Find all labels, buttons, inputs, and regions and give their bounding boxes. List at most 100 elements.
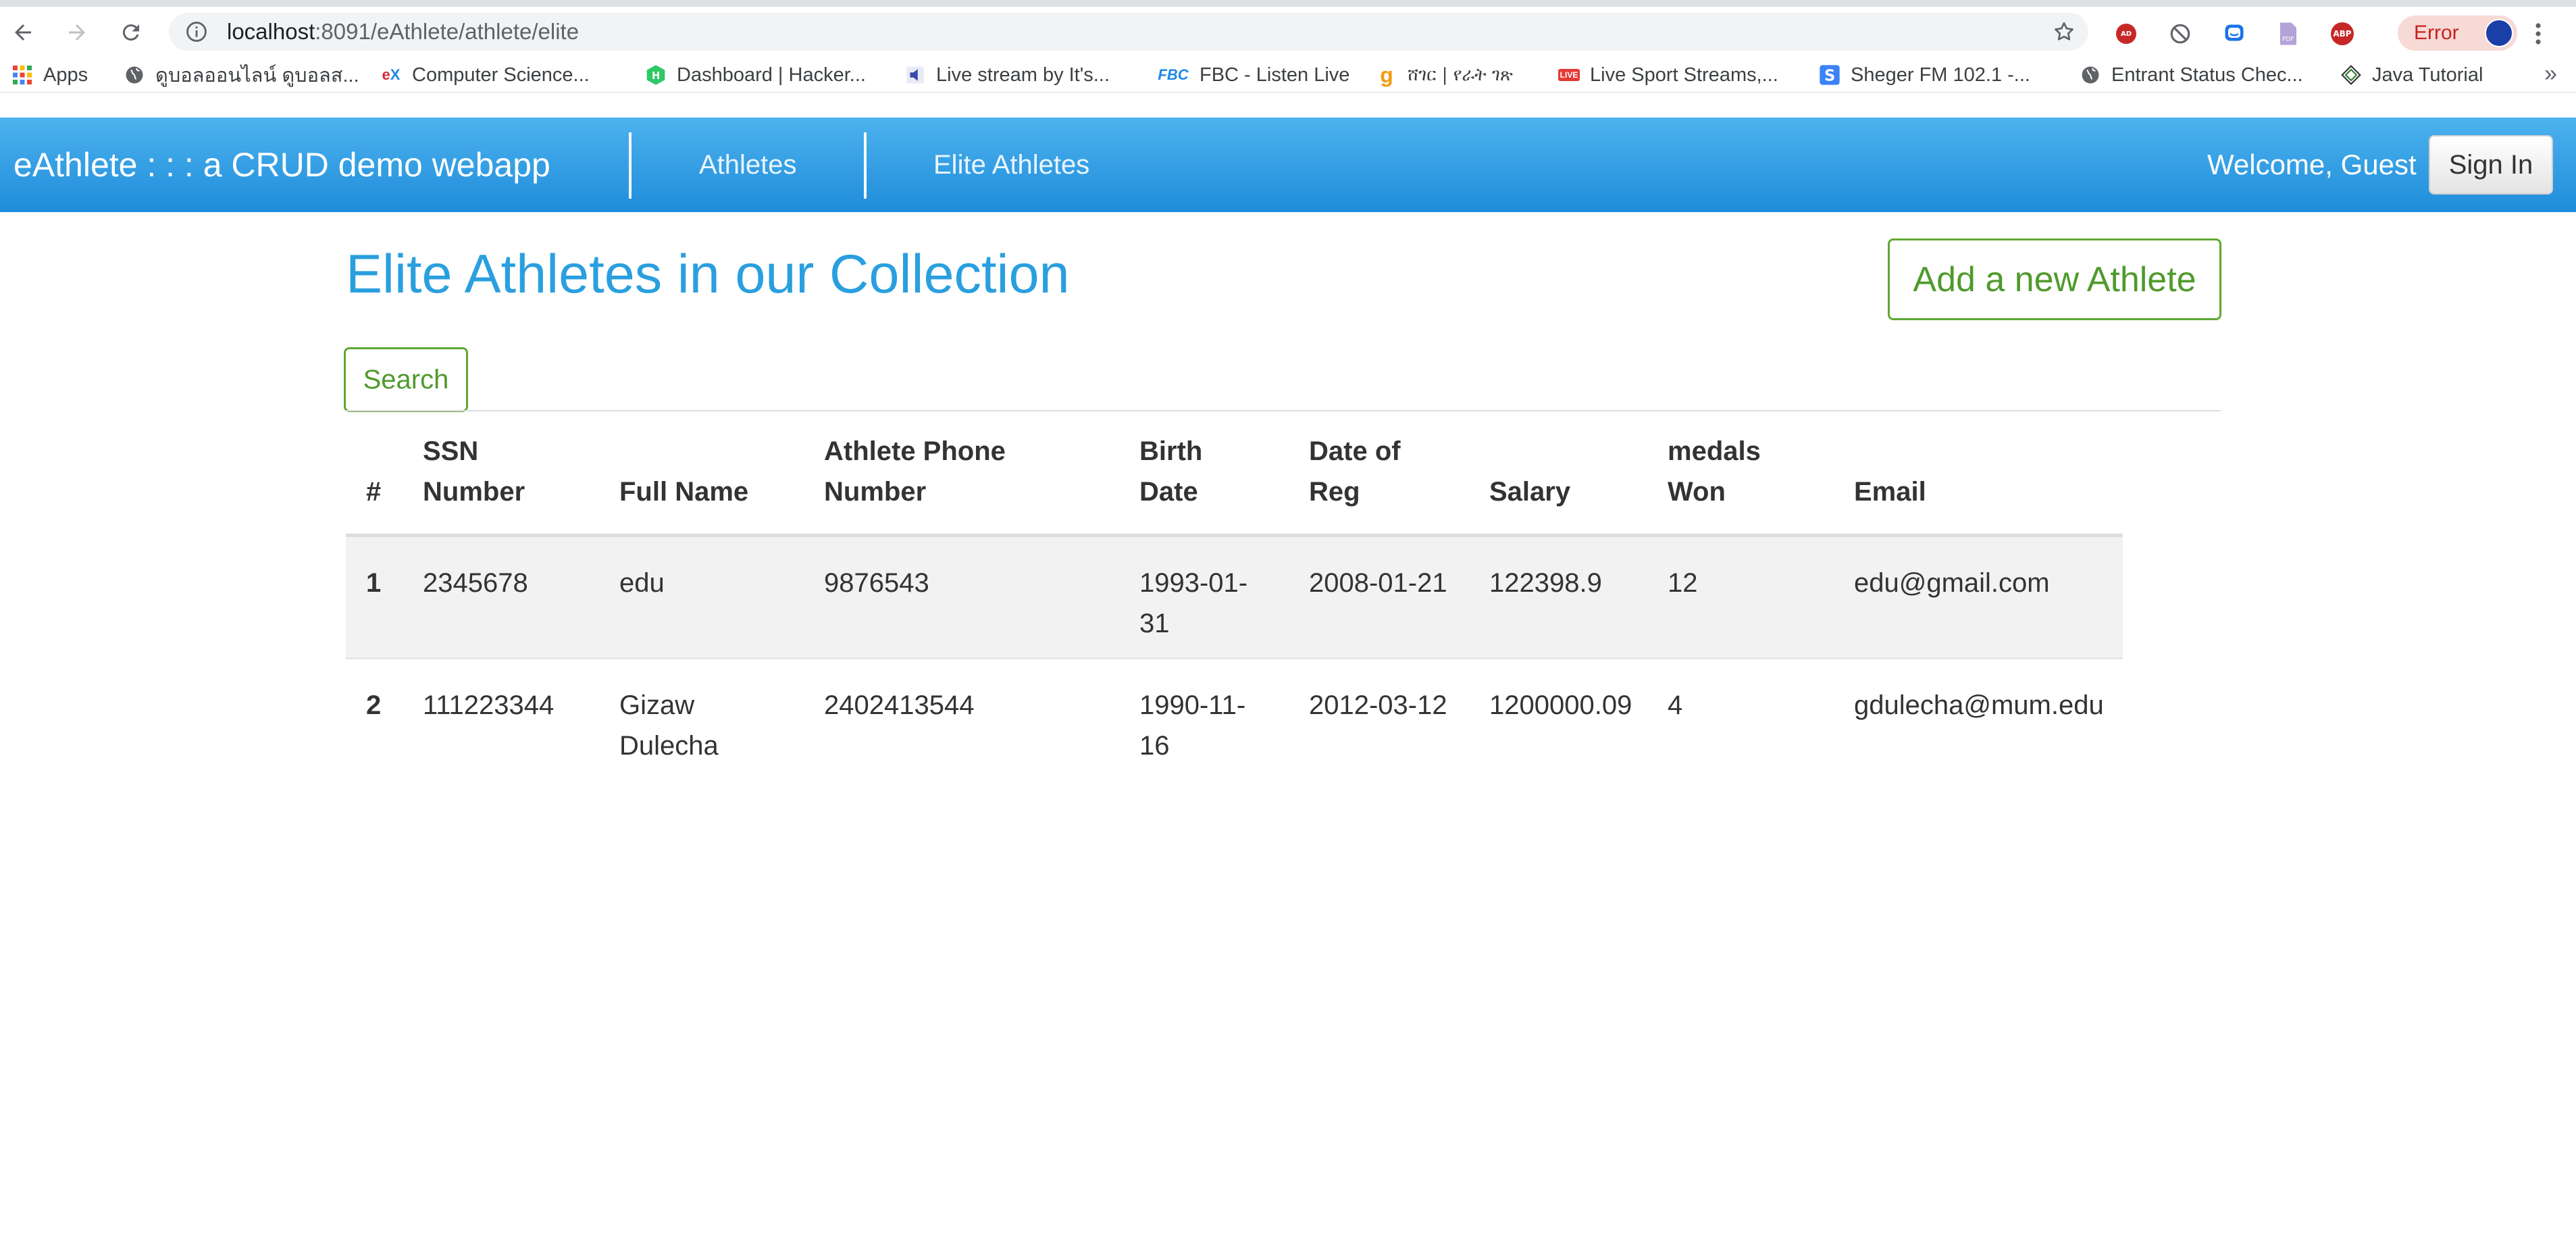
- cell-ssn: 2345678: [423, 535, 619, 658]
- cell-reg-date: 2008-01-21: [1309, 535, 1489, 658]
- cell-reg-date: 2012-03-12: [1309, 690, 1447, 720]
- bookmark-item[interactable]: LIVE Live Sport Streams,...: [1557, 62, 1778, 88]
- pdf-extension-icon[interactable]: PDF: [2276, 22, 2300, 46]
- browser-tab-strip: [0, 0, 2576, 7]
- browser-toolbar: localhost:8091/eAthlete/athlete/elite AD…: [0, 7, 2576, 58]
- nav-link-elite-athletes[interactable]: Elite Athletes: [933, 118, 1089, 212]
- bookmark-item[interactable]: Entrant Status Chec...: [2079, 62, 2303, 88]
- cell-birth-date: 1990-11- 16: [1139, 690, 1246, 761]
- header-date-of-reg[interactable]: Date of Reg: [1309, 411, 1489, 535]
- apps-grid-icon: [11, 64, 34, 86]
- hackerrank-icon: H: [644, 64, 667, 86]
- profile-avatar: [2485, 19, 2513, 47]
- url-host: localhost: [227, 19, 315, 44]
- bookmark-label: Java Tutorial: [2372, 64, 2483, 86]
- bookmark-label: Computer Science...: [412, 64, 590, 86]
- bookmark-label: Entrant Status Chec...: [2111, 64, 2303, 86]
- cell-phone: 9876543: [824, 535, 1139, 658]
- address-url[interactable]: localhost:8091/eAthlete/athlete/elite: [227, 13, 579, 51]
- error-label: Error: [2414, 22, 2459, 44]
- cell-birth-date: 1993-01- 31: [1139, 535, 1309, 658]
- bookmark-label: FBC - Listen Live: [1200, 64, 1350, 86]
- bookmark-item[interactable]: Live stream by It's...: [904, 62, 1110, 88]
- reload-icon[interactable]: [115, 16, 147, 49]
- app-navbar: eAthlete : : : a CRUD demo webapp Athlet…: [0, 118, 2576, 212]
- nav-divider: [629, 132, 632, 199]
- header-medals-won[interactable]: medals Won: [1668, 411, 1854, 535]
- profile-error-chip[interactable]: Error: [2398, 16, 2517, 51]
- cell-ssn: 111223344: [423, 690, 555, 720]
- address-bar[interactable]: localhost:8091/eAthlete/athlete/elite: [169, 13, 2088, 51]
- cell-email: gdulecha@mum.edu: [1854, 690, 2104, 720]
- welcome-message: Welcome, Guest: [2207, 149, 2417, 180]
- chat-extension-icon[interactable]: [2222, 22, 2246, 46]
- cell-index: 1: [346, 535, 423, 658]
- fbc-icon: FBC: [1158, 66, 1189, 83]
- table-row[interactable]: 1 2345678 edu 9876543 1993-01- 31 2008-01…: [346, 535, 2123, 658]
- cell-salary: 122398.9: [1489, 535, 1668, 658]
- info-icon[interactable]: [185, 20, 208, 47]
- bookmark-item[interactable]: Java Tutorial: [2340, 62, 2483, 88]
- bookmark-star-icon[interactable]: [2052, 20, 2076, 47]
- cell-medals: 12: [1668, 535, 1854, 658]
- bookmark-item[interactable]: g ሸገር | የራት ገጽ: [1375, 62, 1513, 88]
- bookmark-item[interactable]: FBC FBC - Listen Live: [1158, 62, 1350, 88]
- bookmark-label: Sheger FM 102.1 -...: [1851, 64, 2030, 86]
- header-ssn-number[interactable]: SSN Number: [423, 411, 619, 535]
- header-email[interactable]: Email: [1854, 411, 2123, 535]
- bookmark-item[interactable]: eX Computer Science...: [380, 62, 590, 88]
- bookmark-label: Live stream by It's...: [936, 64, 1110, 86]
- live-icon: LIVE: [1557, 64, 1580, 86]
- bookmarks-overflow-chevron[interactable]: »: [2544, 61, 2557, 87]
- globe-icon: [2079, 64, 2102, 86]
- cell-medals: 4: [1668, 690, 1683, 720]
- table-row[interactable]: 2 111223344 Gizaw Dulecha 2402413544 1990…: [346, 658, 2123, 781]
- cell-email: edu@gmail.com: [1854, 535, 2123, 658]
- forward-arrow-icon[interactable]: [61, 16, 93, 49]
- svg-text:H: H: [652, 70, 660, 82]
- back-arrow-icon[interactable]: [7, 16, 39, 49]
- header-salary[interactable]: Salary: [1489, 411, 1668, 535]
- svg-text:S: S: [1824, 68, 1835, 85]
- cell-index: 2: [366, 690, 382, 720]
- bookmark-label: ሸገር | የራት ገጽ: [1408, 64, 1513, 85]
- cell-full-name: Gizaw Dulecha: [619, 690, 719, 761]
- adblock-plus-icon[interactable]: ABP: [2330, 22, 2354, 46]
- bookmark-apps[interactable]: Apps: [11, 62, 88, 88]
- bookmark-label: Live Sport Streams,...: [1590, 64, 1778, 86]
- s-icon: S: [1818, 64, 1841, 86]
- svg-text:PDF: PDF: [2282, 36, 2294, 43]
- header-full-name[interactable]: Full Name: [619, 411, 824, 535]
- speaker-icon: [904, 64, 927, 86]
- bookmark-item[interactable]: H Dashboard | Hacker...: [644, 62, 866, 88]
- sheger-g-icon: g: [1380, 62, 1393, 87]
- block-icon[interactable]: [2168, 22, 2192, 46]
- bookmark-item[interactable]: ดูบอลออนไลน์ ดูบอลส...: [123, 62, 359, 88]
- add-athlete-button[interactable]: Add a new Athlete: [1888, 238, 2221, 320]
- java-icon: [2340, 64, 2363, 86]
- header-birth-date[interactable]: Birth Date: [1139, 411, 1309, 535]
- bookmark-item[interactable]: S Sheger FM 102.1 -...: [1818, 62, 2030, 88]
- cell-phone: 2402413544: [824, 690, 975, 720]
- bookmark-label: Apps: [43, 64, 88, 86]
- browser-menu-icon[interactable]: [2531, 20, 2545, 47]
- header-phone-number[interactable]: Athlete Phone Number: [824, 411, 1139, 535]
- adblock-ad-icon[interactable]: AD: [2114, 22, 2138, 46]
- bookmark-label: Dashboard | Hacker...: [677, 64, 866, 86]
- url-path: :8091/eAthlete/athlete/elite: [315, 19, 579, 44]
- cell-full-name: edu: [619, 535, 824, 658]
- nav-link-athletes[interactable]: Athletes: [699, 118, 797, 212]
- brand-title[interactable]: eAthlete : : : a CRUD demo webapp: [14, 118, 550, 212]
- elite-athletes-table: # SSN Number Full Name Athlete Phone Numbe…: [346, 411, 2123, 781]
- cell-salary: 1200000.09: [1489, 690, 1632, 720]
- nav-divider: [864, 132, 867, 199]
- search-button[interactable]: Search: [344, 347, 468, 412]
- sign-in-button[interactable]: Sign In: [2429, 135, 2553, 195]
- page-title: Elite Athletes in our Collection: [346, 244, 1070, 305]
- table-header-row: # SSN Number Full Name Athlete Phone Numbe…: [346, 411, 2123, 535]
- globe-icon: [123, 64, 146, 86]
- bookmarks-bar: Apps ดูบอลออนไลน์ ดูบอลส... eX Computer …: [0, 58, 2576, 93]
- bookmark-label: ดูบอลออนไลน์ ดูบอลส...: [155, 65, 359, 86]
- edx-icon: eX: [382, 66, 401, 83]
- header-index[interactable]: #: [346, 411, 423, 535]
